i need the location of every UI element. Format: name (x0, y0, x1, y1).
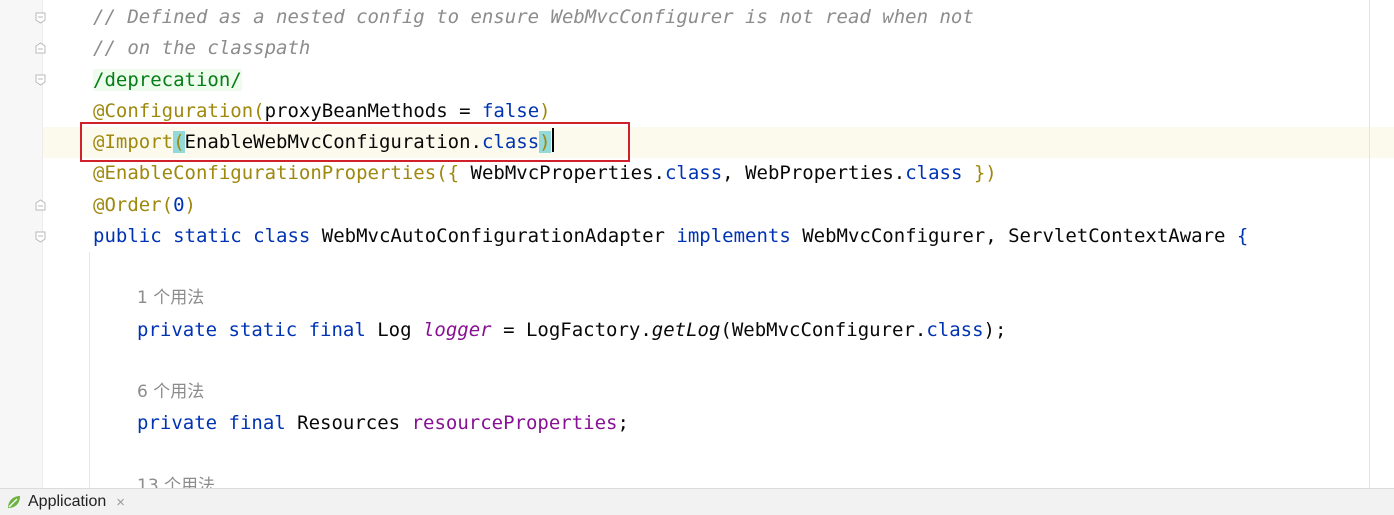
run-tab-bar: Application × (0, 488, 1394, 515)
class-name-token: WebMvcProperties. (470, 162, 665, 184)
type-token: Log (365, 319, 423, 341)
code-line-resources[interactable]: private final Resources resourceProperti… (137, 408, 629, 439)
end-token: ; (617, 412, 629, 434)
paren-token: ({ (436, 162, 471, 184)
param-token: proxyBeanMethods = (264, 100, 482, 122)
annotation-token: @Order (93, 194, 162, 216)
deprecation-marker: /deprecation/ (93, 69, 242, 91)
fold-marker-icon[interactable] (35, 74, 46, 86)
indent-guide (89, 252, 90, 488)
annotation-highlight-box (80, 122, 630, 162)
type-token: Resources (285, 412, 412, 434)
paren-token: ( (253, 100, 265, 122)
fold-marker-icon[interactable] (35, 199, 46, 211)
field-token: logger (422, 319, 492, 341)
keyword-token: class (664, 162, 723, 184)
operator-token: = LogFactory. (491, 319, 652, 341)
code-line-order[interactable]: @Order(0) (93, 190, 196, 221)
keyword-token: implements (676, 225, 791, 247)
keyword-token: private static final (137, 319, 366, 341)
field-token: resourceProperties (411, 412, 618, 434)
annotation-token: @Configuration (93, 100, 254, 122)
paren-token: ) (184, 194, 196, 216)
fold-marker-icon[interactable] (35, 42, 46, 54)
tab-application[interactable]: Application × (0, 489, 133, 515)
paren-token: }) (962, 162, 997, 184)
code-line-deprecation[interactable]: /deprecation/ (93, 65, 242, 96)
tab-label: Application (28, 493, 107, 510)
keyword-token: false (481, 100, 540, 122)
class-name-token: WebMvcAutoConfigurationAdapter (310, 225, 677, 247)
close-icon[interactable]: × (116, 494, 125, 511)
fold-marker-icon[interactable] (35, 12, 46, 24)
usage-hint[interactable]: 1 个用法 (137, 286, 204, 310)
keyword-token: class (905, 162, 963, 184)
code-line-logger[interactable]: private static final Log logger = LogFac… (137, 315, 1006, 346)
paren-token: ) (539, 100, 551, 122)
separator-token: , (722, 162, 746, 184)
end-token: ); (983, 319, 1007, 341)
class-name-token: WebProperties. (745, 162, 906, 184)
spring-leaf-icon (6, 494, 22, 510)
keyword-token: private final (137, 412, 286, 434)
keyword-token: class (926, 319, 984, 341)
code-line-enable-properties[interactable]: @EnableConfigurationProperties({ WebMvcP… (93, 158, 997, 189)
paren-token: ( (161, 194, 174, 216)
brace-token: { (1236, 225, 1249, 247)
annotation-token: @EnableConfigurationProperties (93, 162, 437, 184)
usage-hint[interactable]: 6 个用法 (137, 380, 204, 404)
interface-token: WebMvcConfigurer, ServletContextAware (790, 225, 1237, 247)
fold-marker-icon[interactable] (35, 231, 46, 243)
code-line-class-declaration[interactable]: public static class WebMvcAutoConfigurat… (93, 221, 1248, 252)
argument-token: (WebMvcConfigurer. (720, 319, 927, 341)
method-token: getLog (651, 319, 721, 341)
right-margin-guide (1369, 0, 1370, 488)
code-comment-line[interactable]: // Defined as a nested config to ensure … (93, 2, 974, 33)
code-comment-line[interactable]: // on the classpath (93, 33, 310, 64)
keyword-token: public static class (93, 225, 311, 247)
number-token: 0 (173, 194, 185, 216)
